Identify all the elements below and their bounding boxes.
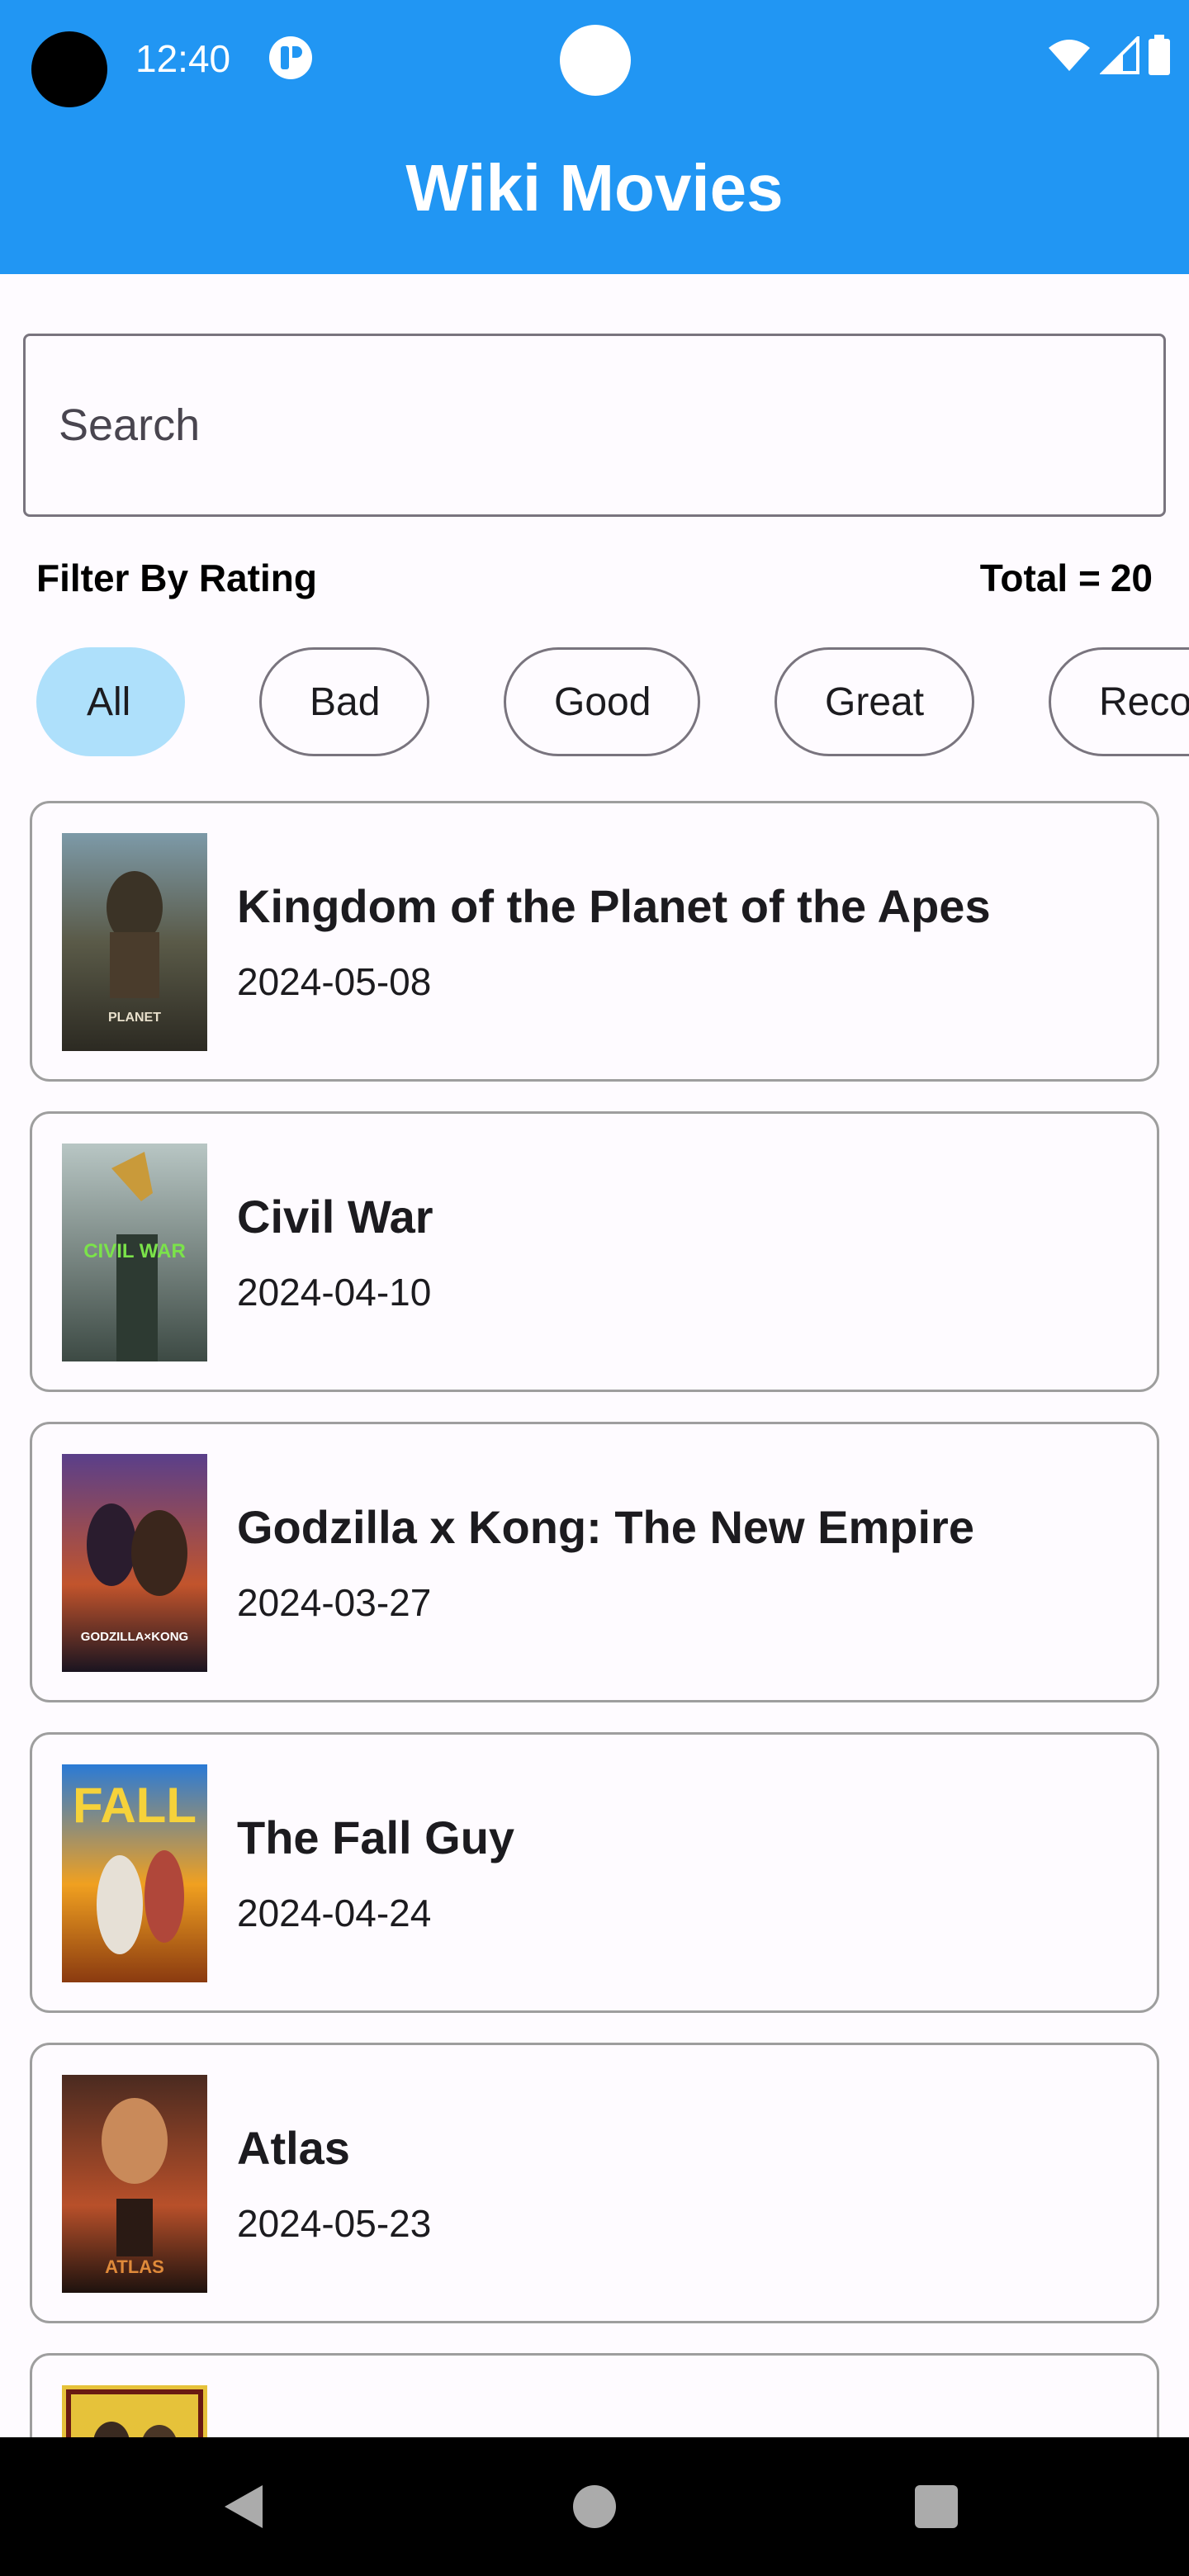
movie-poster: FALL bbox=[62, 1764, 207, 1982]
movie-release-date: 2024-04-10 bbox=[237, 1271, 432, 1314]
movie-poster: GODZILLA×KONG bbox=[62, 1454, 207, 1672]
app-notification-icon bbox=[269, 36, 312, 79]
page-title: Wiki Movies bbox=[405, 151, 784, 225]
cellular-signal-icon bbox=[1100, 36, 1139, 74]
movie-card[interactable]: PLANET Kingdom of the Planet of the Apes… bbox=[30, 801, 1159, 1082]
front-camera-icon bbox=[560, 25, 631, 96]
chip-all[interactable]: All bbox=[36, 647, 185, 756]
movie-card[interactable]: ATLAS Atlas 2024-05-23 bbox=[30, 2043, 1159, 2323]
chip-bad[interactable]: Bad bbox=[259, 647, 429, 756]
movie-release-date: 2024-03-27 bbox=[237, 1581, 432, 1624]
back-icon[interactable] bbox=[225, 2485, 263, 2528]
movie-poster bbox=[62, 2385, 207, 2437]
status-time: 12:40 bbox=[135, 37, 231, 80]
chip-great[interactable]: Great bbox=[775, 647, 974, 756]
chip-good[interactable]: Good bbox=[504, 647, 700, 756]
total-count-value: 20 bbox=[1110, 556, 1153, 599]
svg-text:FALL: FALL bbox=[73, 1778, 197, 1833]
home-icon[interactable] bbox=[573, 2485, 616, 2528]
total-label-text: Total = bbox=[979, 556, 1101, 599]
status-icons bbox=[1047, 33, 1171, 78]
camera-cutout-icon bbox=[31, 31, 107, 107]
search-input[interactable] bbox=[59, 336, 1132, 514]
app-bar: 12:40 Wiki Movies bbox=[0, 0, 1189, 274]
svg-text:CIVIL WAR: CIVIL WAR bbox=[83, 1240, 186, 1262]
svg-text:GODZILLA×KONG: GODZILLA×KONG bbox=[81, 1630, 188, 1644]
movie-title: Boy Kills World bbox=[237, 2430, 578, 2437]
svg-text:PLANET: PLANET bbox=[108, 1011, 161, 1025]
movie-card[interactable]: FALL The Fall Guy 2024-04-24 bbox=[30, 1732, 1159, 2013]
movie-title: Godzilla x Kong: The New Empire bbox=[237, 1501, 974, 1553]
recents-icon[interactable] bbox=[915, 2485, 958, 2528]
movie-card[interactable]: CIVIL WAR Civil War 2024-04-10 bbox=[30, 1111, 1159, 1392]
system-navigation-bar bbox=[0, 2437, 1189, 2576]
total-count-label: Total = 20 bbox=[980, 555, 1153, 601]
filter-label: Filter By Rating bbox=[36, 556, 317, 599]
movie-release-date: 2024-05-08 bbox=[237, 960, 432, 1003]
rating-filter-chips: All Bad Good Great Reco bbox=[0, 647, 1189, 760]
movie-card[interactable]: Boy Kills World bbox=[30, 2353, 1159, 2437]
movie-poster: CIVIL WAR bbox=[62, 1144, 207, 1361]
movie-list: PLANET Kingdom of the Planet of the Apes… bbox=[0, 801, 1189, 2437]
svg-text:ATLAS: ATLAS bbox=[105, 2256, 164, 2277]
chip-recommended[interactable]: Reco bbox=[1049, 647, 1189, 756]
movie-title: Atlas bbox=[237, 2122, 350, 2174]
movie-card[interactable]: GODZILLA×KONG Godzilla x Kong: The New E… bbox=[30, 1422, 1159, 1702]
wifi-icon bbox=[1049, 40, 1090, 71]
search-field[interactable] bbox=[23, 334, 1166, 517]
movie-poster: PLANET bbox=[62, 833, 207, 1051]
movie-title: Kingdom of the Planet of the Apes bbox=[237, 880, 991, 932]
movie-title: Civil War bbox=[237, 1191, 433, 1243]
battery-icon bbox=[1149, 35, 1170, 75]
movie-release-date: 2024-05-23 bbox=[237, 2202, 432, 2245]
movie-poster: ATLAS bbox=[62, 2075, 207, 2293]
movie-title: The Fall Guy bbox=[237, 1811, 515, 1863]
movie-release-date: 2024-04-24 bbox=[237, 1892, 432, 1934]
